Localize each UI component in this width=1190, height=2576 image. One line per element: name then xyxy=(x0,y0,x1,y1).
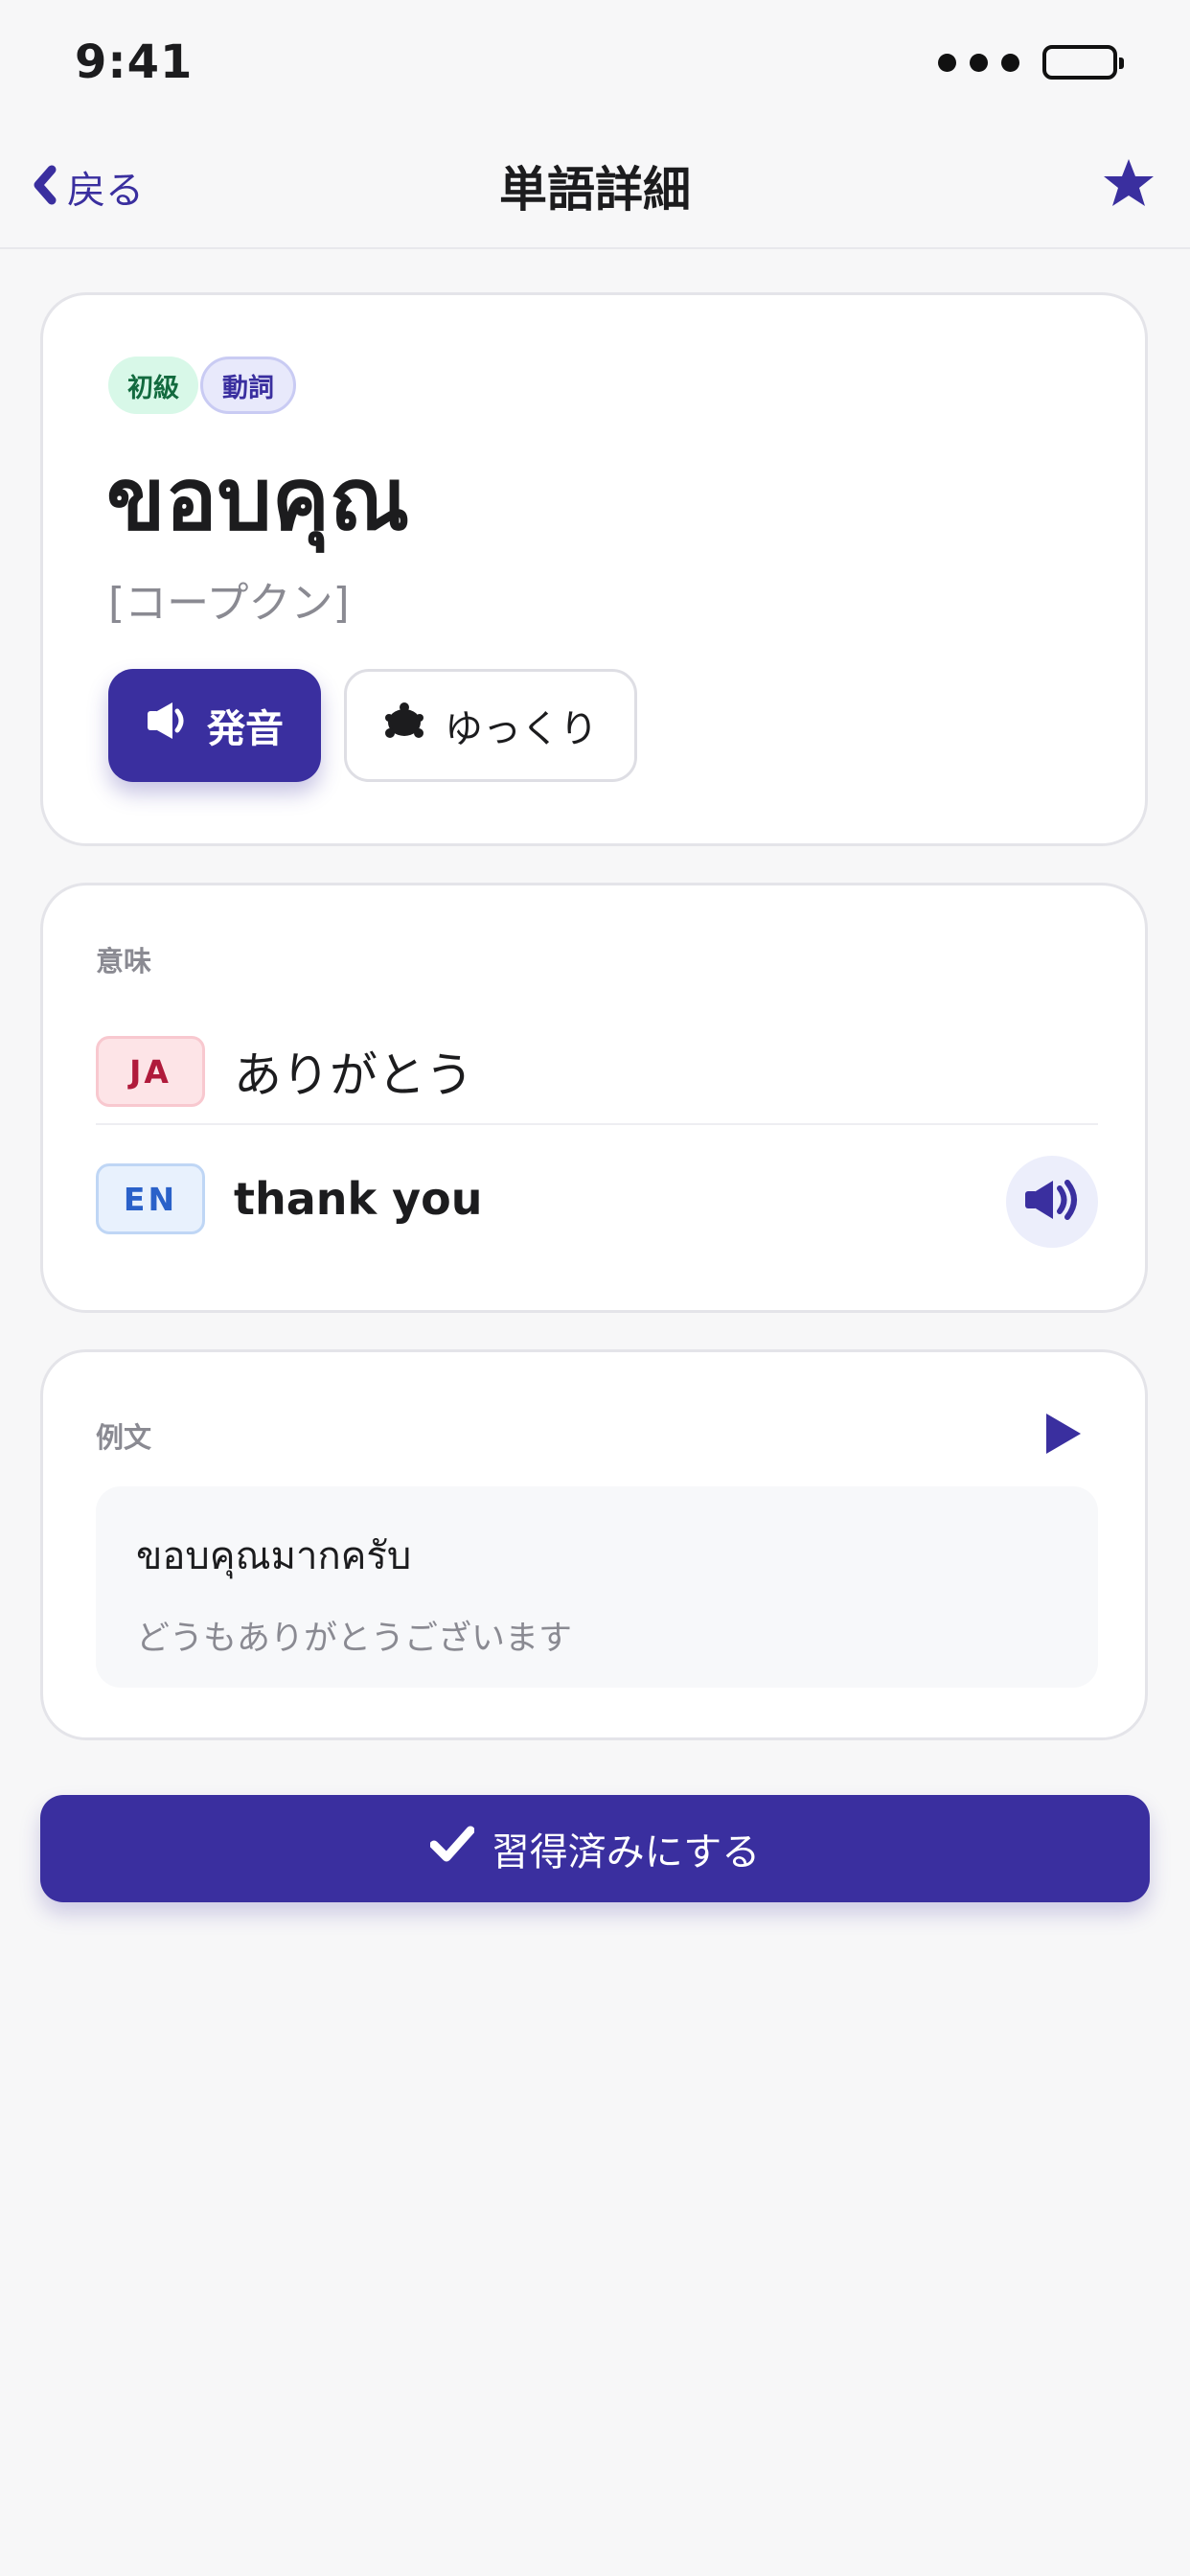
meaning-text-ja: ありがとう xyxy=(234,1047,473,1103)
lang-badge-en: EN xyxy=(96,1163,205,1234)
play-example-button[interactable] xyxy=(1030,1402,1097,1469)
meaning-card: 意味 JA ありがとう EN thank you xyxy=(40,883,1148,1313)
status-bar: 9:41 xyxy=(0,0,1190,125)
slow-speak-button[interactable]: ゆっくり xyxy=(344,669,637,782)
word-reading: [コープクン] xyxy=(108,579,350,628)
word-tags: 初級 動詞 xyxy=(108,356,296,414)
speak-button[interactable]: 発音 xyxy=(108,669,321,782)
back-label: 戻る xyxy=(67,169,144,213)
status-time: 9:41 xyxy=(75,35,194,89)
star-icon xyxy=(1102,157,1156,213)
status-indicators xyxy=(938,45,1124,80)
example-sentence-box: ขอบคุณมากครับ どうもありがとうございます xyxy=(96,1486,1098,1688)
example-section-label: 例文 xyxy=(96,1421,152,1454)
checkmark-icon xyxy=(429,1825,475,1873)
meaning-row-en: EN thank you xyxy=(96,1146,1098,1252)
nav-bar: 戻る 単語詳細 xyxy=(0,125,1190,249)
mark-mastered-label: 習得済みにする xyxy=(491,1830,761,1874)
play-icon xyxy=(1044,1412,1083,1460)
battery-icon xyxy=(1042,45,1124,80)
part-of-speech-tag: 動詞 xyxy=(200,356,296,414)
speak-label: 発音 xyxy=(207,707,284,751)
signal-dot-icon xyxy=(938,53,956,72)
back-button[interactable]: 戻る xyxy=(29,153,144,220)
word-thai: ขอบคุณ xyxy=(106,449,410,550)
page-title: 単語詳細 xyxy=(499,162,691,218)
mark-mastered-button[interactable]: 習得済みにする xyxy=(40,1795,1150,1902)
audio-buttons: 発音 ゆっくり xyxy=(108,669,637,782)
example-card: 例文 ขอบคุณมากครับ どうもありがとうございます xyxy=(40,1349,1148,1740)
turtle-icon xyxy=(383,702,425,749)
level-tag: 初級 xyxy=(108,356,198,414)
signal-dot-icon xyxy=(1001,53,1019,72)
example-thai: ขอบคุณมากครับ xyxy=(136,1534,412,1578)
slow-label: ゆっくり xyxy=(445,707,598,751)
favorite-button[interactable] xyxy=(1092,149,1165,221)
meaning-text-en: thank you xyxy=(234,1173,483,1225)
speaker-icon xyxy=(146,702,188,749)
lang-badge-ja: JA xyxy=(96,1036,205,1107)
speak-english-button[interactable] xyxy=(1006,1156,1098,1248)
meaning-row-ja: JA ありがとう xyxy=(96,1020,1098,1125)
example-japanese: どうもありがとうございます xyxy=(136,1620,573,1658)
speaker-icon xyxy=(1023,1177,1081,1227)
signal-dot-icon xyxy=(970,53,988,72)
word-card: 初級 動詞 ขอบคุณ [コープクン] 発音 ゆっくり xyxy=(40,292,1148,846)
chevron-left-icon xyxy=(29,164,59,210)
meaning-section-label: 意味 xyxy=(96,945,152,978)
